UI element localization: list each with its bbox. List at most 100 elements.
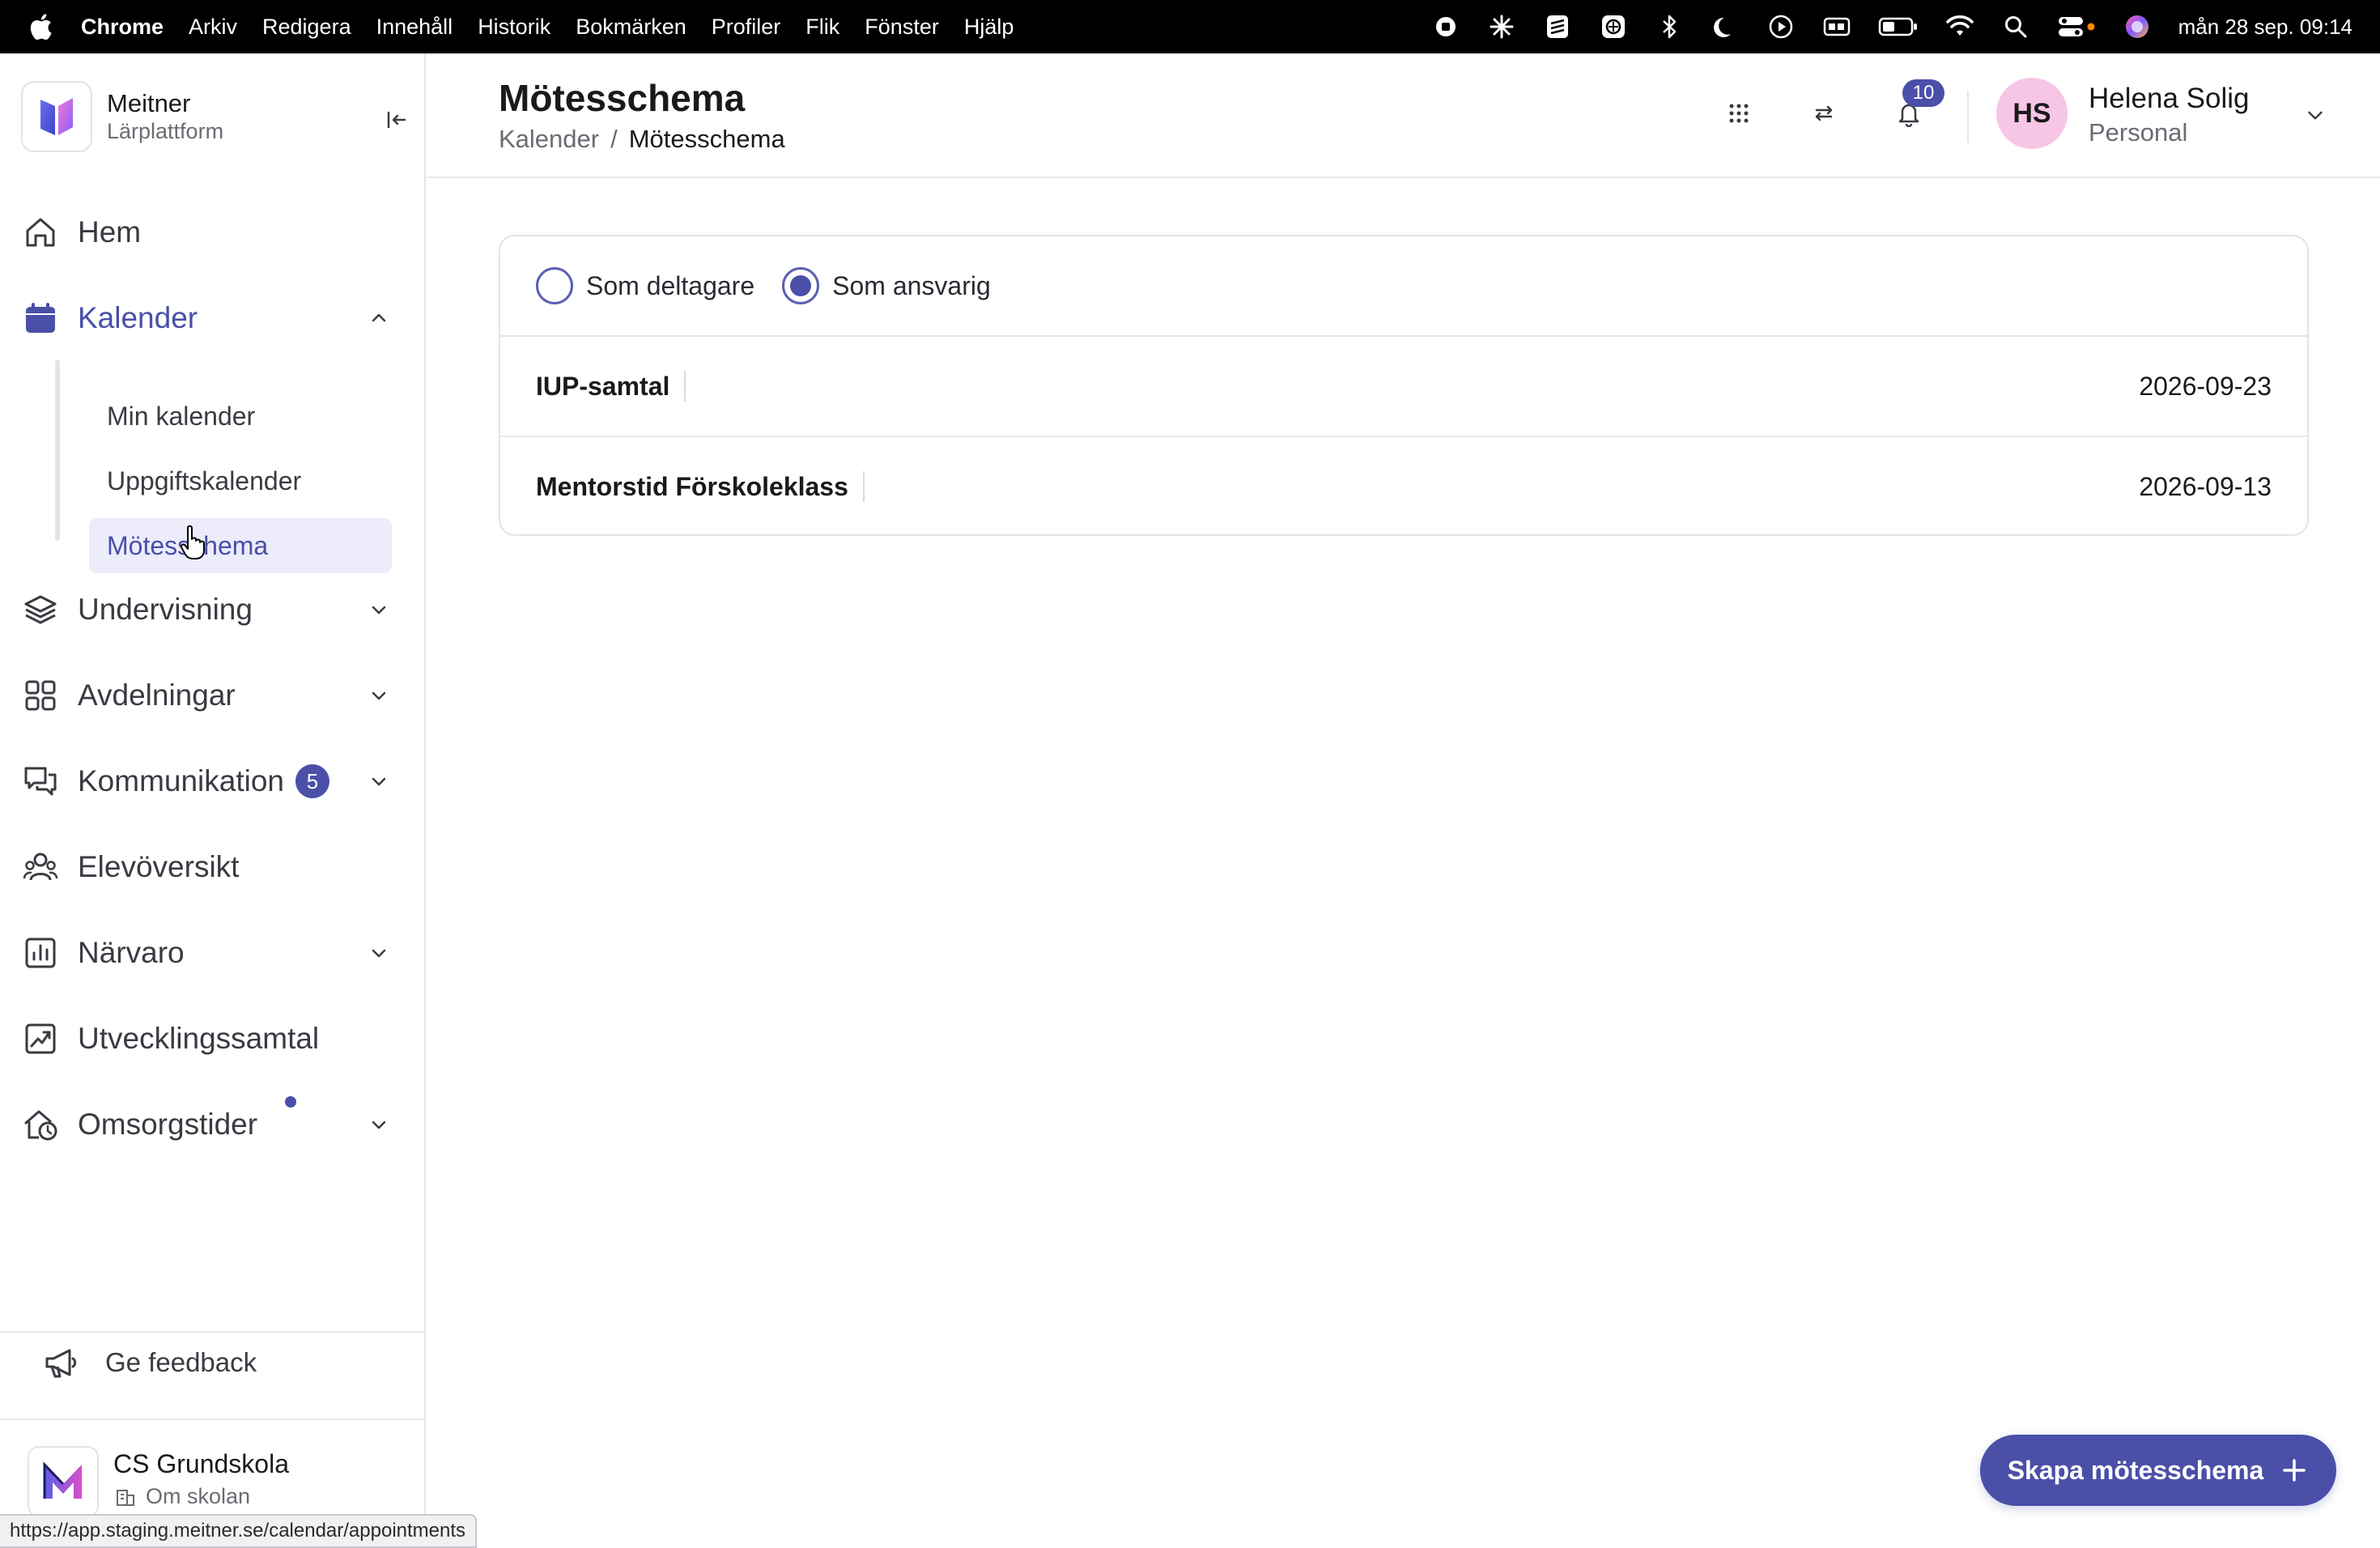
menu-profiler[interactable]: Profiler: [712, 15, 781, 40]
apps-grid-icon[interactable]: [1721, 96, 1757, 131]
avatar[interactable]: HS: [1996, 78, 2068, 149]
control-center-icon[interactable]: [2057, 12, 2096, 41]
moon-icon[interactable]: [1711, 12, 1740, 41]
spotlight-icon[interactable]: [2001, 12, 2030, 41]
siri-icon[interactable]: [2123, 12, 2152, 41]
footer-divider: [0, 1418, 426, 1420]
house-clock-icon: [21, 1105, 60, 1144]
chevron-down-icon[interactable]: [364, 938, 393, 968]
nav-home[interactable]: Hem: [21, 204, 393, 261]
chevron-down-icon[interactable]: [2299, 99, 2331, 131]
battery-icon[interactable]: [1878, 12, 1919, 41]
row-separator: [684, 371, 686, 402]
about-school-link[interactable]: Om skolan: [113, 1484, 289, 1509]
collapse-sidebar-icon[interactable]: [380, 104, 413, 136]
radio-as-responsible[interactable]: Som ansvarig: [782, 267, 991, 304]
calendar-subnav-line: [55, 359, 60, 541]
chevron-down-icon[interactable]: [364, 1110, 393, 1139]
breadcrumb-current: Mötesschema: [628, 125, 785, 153]
play-icon[interactable]: [1766, 12, 1796, 41]
nav-development-talks-label: Utvecklingssamtal: [78, 1022, 320, 1055]
user-name[interactable]: Helena Solig: [2089, 83, 2249, 115]
menu-bokmarken[interactable]: Bokmärken: [576, 15, 686, 40]
brand-name: Meitner: [107, 89, 191, 118]
menu-innehall[interactable]: Innehåll: [376, 15, 453, 40]
switch-arrows-icon[interactable]: [1806, 96, 1842, 131]
radio-button-unchecked[interactable]: [536, 267, 573, 304]
menu-hjalp[interactable]: Hjälp: [964, 15, 1014, 40]
nav-care-times[interactable]: Omsorgstider: [21, 1096, 393, 1153]
building-icon: [113, 1485, 138, 1509]
meeting-date: 2026-09-13: [2139, 471, 2272, 501]
nav-communication[interactable]: Kommunikation 5: [21, 753, 393, 810]
chat-bubbles-icon: [21, 762, 60, 801]
students-icon: [21, 848, 60, 887]
stack-icon[interactable]: [1543, 12, 1572, 41]
pointer-cursor-icon: [180, 525, 207, 560]
bluetooth-icon[interactable]: [1655, 12, 1684, 41]
breadcrumb: Kalender / Mötesschema: [499, 125, 785, 154]
chevron-up-icon[interactable]: [364, 304, 393, 333]
meeting-title: Mentorstid Förskoleklass: [536, 471, 848, 501]
menu-redigera[interactable]: Redigera: [262, 15, 351, 40]
record-icon[interactable]: [1431, 12, 1460, 41]
feedback-button[interactable]: Ge feedback: [40, 1342, 257, 1383]
meeting-schedule-card: Som deltagare Som ansvarig IUP-samtal 20…: [499, 235, 2309, 536]
subnav-meeting-schedule[interactable]: Mötesschema: [89, 518, 392, 573]
home-icon: [21, 213, 60, 252]
nav-departments-label: Avdelningar: [78, 678, 236, 712]
macos-menu-bar: Chrome Arkiv Redigera Innehåll Historik …: [0, 0, 2380, 53]
status-url-tooltip: https://app.staging.meitner.se/calendar/…: [0, 1514, 478, 1548]
menu-flik[interactable]: Flik: [805, 15, 839, 40]
radio-as-participant[interactable]: Som deltagare: [536, 267, 754, 304]
meeting-date: 2026-09-23: [2139, 371, 2272, 401]
menubar-clock[interactable]: mån 28 sep. 09:14: [2178, 15, 2352, 40]
sparkle-icon[interactable]: [1487, 12, 1516, 41]
communication-badge: 5: [295, 764, 330, 798]
subnav-my-calendar[interactable]: Min kalender: [89, 389, 392, 444]
apple-icon[interactable]: [24, 11, 57, 43]
header-divider: [1967, 91, 1969, 142]
page-header: Mötesschema Kalender / Mötesschema 10 HS…: [427, 53, 2380, 178]
megaphone-icon: [40, 1342, 81, 1383]
row-separator: [862, 471, 865, 502]
nav-student-overview-label: Elevöversikt: [78, 850, 240, 883]
menu-fonster[interactable]: Fönster: [865, 15, 939, 40]
chevron-down-icon[interactable]: [364, 595, 393, 624]
wifi-icon[interactable]: [1945, 12, 1974, 41]
trend-chart-icon: [21, 1019, 60, 1058]
battery-box-icon[interactable]: [1822, 12, 1851, 41]
chevron-down-icon[interactable]: [364, 767, 393, 796]
radio-dot: [790, 275, 812, 296]
chevron-down-icon[interactable]: [364, 681, 393, 710]
school-name: CS Grundskola: [113, 1449, 289, 1478]
layers-icon: [21, 590, 60, 629]
plus-icon: [2280, 1456, 2309, 1485]
create-meeting-schedule-button[interactable]: Skapa mötesschema: [1980, 1435, 2336, 1506]
nav-teaching-label: Undervisning: [78, 593, 253, 626]
radio-button-checked[interactable]: [782, 267, 820, 304]
nav-home-label: Hem: [78, 215, 142, 249]
menu-app-name[interactable]: Chrome: [81, 15, 164, 40]
nav-departments[interactable]: Avdelningar: [21, 667, 393, 724]
subnav-task-calendar[interactable]: Uppgiftskalender: [89, 453, 392, 508]
nav-teaching[interactable]: Undervisning: [21, 581, 393, 638]
brand[interactable]: Meitner Lärplattform: [21, 81, 223, 152]
meeting-row[interactable]: Mentorstid Förskoleklass 2026-09-13: [500, 437, 2307, 536]
meeting-title: IUP-samtal: [536, 371, 670, 401]
school-card[interactable]: CS Grundskola Om skolan: [28, 1446, 289, 1517]
meeting-row[interactable]: IUP-samtal 2026-09-23: [500, 337, 2307, 436]
meitner-logo: [21, 81, 92, 152]
nav-development-talks[interactable]: Utvecklingssamtal: [21, 1010, 393, 1067]
nav-calendar[interactable]: Kalender: [21, 290, 393, 347]
breadcrumb-separator: /: [610, 125, 618, 153]
menu-arkiv[interactable]: Arkiv: [189, 15, 237, 40]
menu-historik[interactable]: Historik: [478, 15, 550, 40]
nav-attendance[interactable]: Närvaro: [21, 925, 393, 981]
notification-count-badge: 10: [1902, 79, 1944, 107]
breadcrumb-calendar-link[interactable]: Kalender: [499, 125, 599, 154]
nav-care-times-label: Omsorgstider: [78, 1108, 258, 1141]
badge-icon[interactable]: [1599, 12, 1628, 41]
nav-student-overview[interactable]: Elevöversikt: [21, 839, 393, 895]
feedback-label: Ge feedback: [105, 1347, 257, 1377]
